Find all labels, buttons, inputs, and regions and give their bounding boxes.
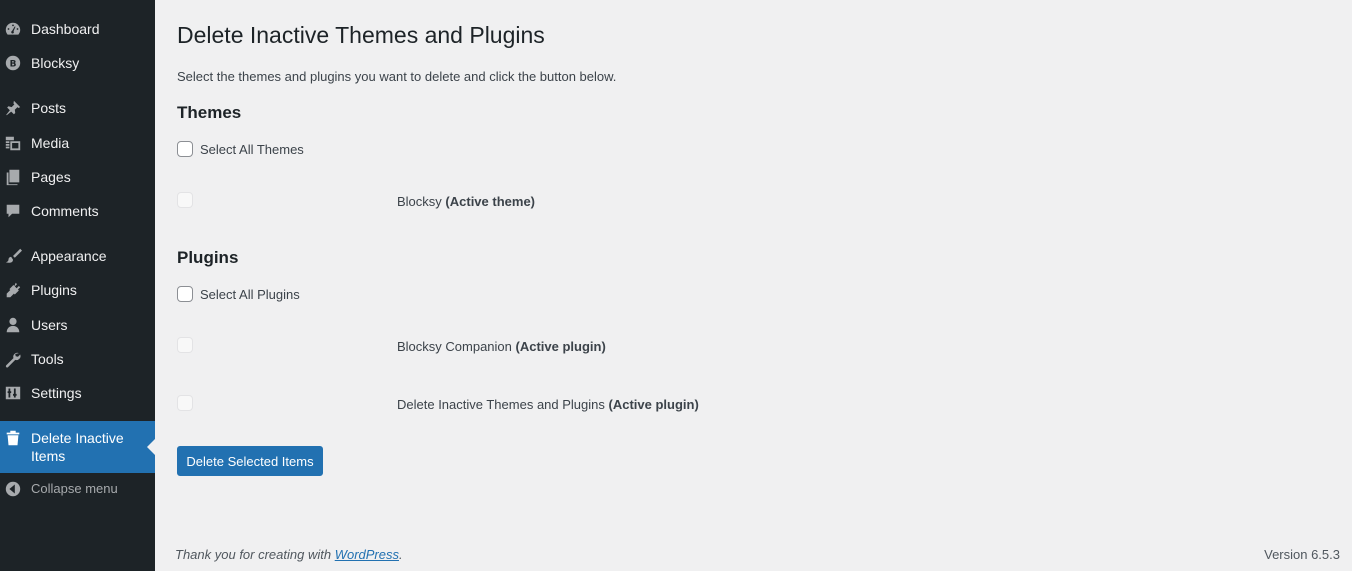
- sidebar-item-label: Settings: [31, 385, 82, 401]
- select-all-themes-label[interactable]: Select All Themes: [200, 142, 304, 157]
- page-title: Delete Inactive Themes and Plugins: [177, 22, 545, 48]
- user-icon: [4, 316, 22, 334]
- admin-sidebar: Dashboard B Blocksy Posts Media Pages Co…: [0, 0, 155, 571]
- sidebar-item-users[interactable]: Users: [0, 315, 155, 335]
- sidebar-item-label: Posts: [31, 100, 67, 116]
- pushpin-icon: [4, 99, 22, 117]
- sidebar-item-label: Dashboard: [31, 21, 100, 37]
- plugin-name: Delete Inactive Themes and Plugins: [397, 397, 605, 412]
- sidebar-item-label: Collapse menu: [31, 481, 118, 496]
- theme-name: Blocksy: [397, 194, 442, 209]
- sidebar-item-comments[interactable]: Comments: [0, 201, 155, 221]
- sidebar-item-label: Plugins: [31, 282, 77, 298]
- sidebar-item-tools[interactable]: Tools: [0, 349, 155, 369]
- sidebar-item-plugins[interactable]: Plugins: [0, 280, 155, 300]
- svg-text:B: B: [10, 60, 17, 70]
- wordpress-link[interactable]: WordPress: [335, 547, 399, 562]
- sidebar-item-label: Media: [31, 135, 70, 151]
- comment-bubble-icon: [4, 202, 22, 220]
- plugin-name: Blocksy Companion: [397, 339, 512, 354]
- theme-checkbox-blocksy: [177, 192, 193, 208]
- intro-text: Select the themes and plugins you want t…: [177, 69, 617, 84]
- sidebar-item-label: Comments: [31, 203, 99, 219]
- sidebar-item-appearance[interactable]: Appearance: [0, 246, 155, 266]
- plugin-checkbox-blocksy-companion: [177, 337, 193, 353]
- media-icon: [4, 134, 22, 152]
- plugin-item-blocksy-companion: Blocksy Companion (Active plugin): [397, 339, 606, 354]
- collapse-menu-button[interactable]: Collapse menu: [0, 480, 155, 498]
- sidebar-item-label: Appearance: [31, 248, 107, 264]
- select-all-themes-checkbox[interactable]: [177, 141, 193, 157]
- sidebar-item-blocksy[interactable]: B Blocksy: [0, 53, 155, 73]
- sidebar-item-dashboard[interactable]: Dashboard: [0, 19, 155, 39]
- footer-thanks: Thank you for creating with WordPress.: [175, 547, 403, 562]
- blocksy-icon: B: [4, 54, 22, 72]
- plugins-heading: Plugins: [177, 248, 239, 267]
- sidebar-item-pages[interactable]: Pages: [0, 167, 155, 187]
- sidebar-item-label: Tools: [31, 351, 64, 367]
- sidebar-item-delete-inactive-items[interactable]: Delete Inactive Items: [0, 421, 155, 473]
- settings-sliders-icon: [4, 384, 22, 402]
- plugin-status: (Active plugin): [608, 397, 699, 412]
- sidebar-item-media[interactable]: Media: [0, 133, 155, 153]
- sidebar-item-settings[interactable]: Settings: [0, 383, 155, 403]
- theme-item-blocksy: Blocksy (Active theme): [397, 194, 535, 209]
- footer-thanks-text: Thank you for creating with: [175, 547, 332, 562]
- plugin-status: (Active plugin): [515, 339, 606, 354]
- sidebar-item-label: Delete Inactive Items: [31, 430, 124, 464]
- sidebar-item-posts[interactable]: Posts: [0, 98, 155, 118]
- collapse-arrow-icon: [4, 480, 22, 498]
- theme-status: (Active theme): [445, 194, 535, 209]
- version-text: Version 6.5.3: [1264, 547, 1340, 562]
- select-all-plugins-checkbox[interactable]: [177, 286, 193, 302]
- pages-icon: [4, 168, 22, 186]
- paintbrush-icon: [4, 247, 22, 265]
- footer-thanks-suffix: .: [399, 547, 403, 562]
- trash-icon: [4, 429, 22, 447]
- select-all-plugins-label[interactable]: Select All Plugins: [200, 287, 300, 302]
- themes-heading: Themes: [177, 103, 242, 122]
- sidebar-item-label: Users: [31, 317, 68, 333]
- dashboard-icon: [4, 20, 22, 38]
- plugin-item-delete-inactive: Delete Inactive Themes and Plugins (Acti…: [397, 397, 699, 412]
- sidebar-item-label: Blocksy: [31, 55, 80, 71]
- delete-selected-items-button[interactable]: Delete Selected Items: [177, 446, 323, 476]
- plug-icon: [4, 281, 22, 299]
- sidebar-item-label: Pages: [31, 169, 71, 185]
- plugin-checkbox-delete-inactive: [177, 395, 193, 411]
- wrench-icon: [4, 350, 22, 368]
